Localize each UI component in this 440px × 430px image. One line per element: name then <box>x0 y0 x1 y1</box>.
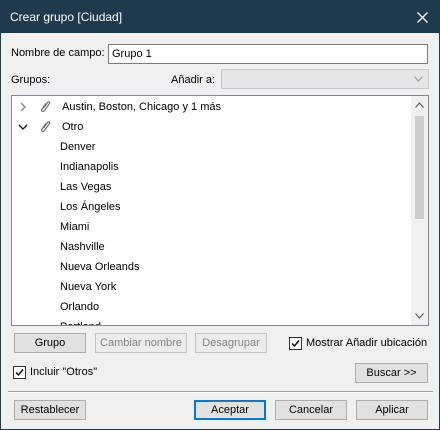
close-icon <box>416 11 428 23</box>
tree-scrollbar[interactable] <box>411 96 428 325</box>
separator <box>8 391 433 393</box>
tree-item-label: Nueva Orleands <box>60 261 140 273</box>
tree-item-label: Orlando <box>60 301 100 313</box>
rename-button[interactable]: Cambiar nombre <box>95 333 187 353</box>
paperclip-icon <box>40 101 51 112</box>
tree-item[interactable]: Austin, Boston, Chicago y 1 más <box>12 98 407 118</box>
ok-button[interactable]: Aceptar <box>194 400 266 420</box>
groups-tree[interactable]: Austin, Boston, Chicago y 1 más Otro Denve… <box>11 95 429 326</box>
apply-button[interactable]: Aplicar <box>356 400 428 420</box>
tree-item-label: Nashville <box>60 241 105 253</box>
tree-item-label: Nueva York <box>60 281 117 293</box>
tree-item-label: Las Vegas <box>60 181 112 193</box>
chevron-down-icon[interactable] <box>17 121 29 133</box>
tree-item[interactable]: Las Vegas <box>12 178 407 198</box>
chevron-right-icon[interactable] <box>17 101 29 113</box>
cancel-button[interactable]: Cancelar <box>275 400 347 420</box>
tree-item[interactable]: Indianapolis <box>12 158 407 178</box>
add-to-label: Añadir a: <box>171 74 216 86</box>
tree-item-label: Portland <box>60 321 101 325</box>
chevron-down-icon <box>414 76 423 82</box>
reset-button[interactable]: Restablecer <box>14 400 86 420</box>
add-to-dropdown[interactable] <box>221 69 429 89</box>
tree-item[interactable]: Otro <box>12 118 407 138</box>
tree-item-label: Miami <box>60 221 90 233</box>
tree-item[interactable]: Nashville <box>12 238 407 258</box>
title-bar: Crear grupo [Ciudad] <box>1 1 439 33</box>
tree-item[interactable]: Orlando <box>12 298 407 318</box>
scroll-down-icon[interactable] <box>415 313 424 319</box>
create-group-dialog: Crear grupo [Ciudad] Nombre de campo: Gr… <box>0 0 440 430</box>
scroll-thumb[interactable] <box>415 116 424 219</box>
tree-item-label: Otro <box>62 121 84 133</box>
include-others-label: Incluir "Otros" <box>30 366 98 378</box>
tree-item-label: Los Ángeles <box>60 201 121 213</box>
tree-item-label: Indianapolis <box>60 161 119 173</box>
tree-item[interactable]: Nueva York <box>12 278 407 298</box>
field-name-input[interactable] <box>109 45 427 63</box>
field-name-input-box <box>108 44 428 64</box>
tree-item[interactable]: Nueva Orleands <box>12 258 407 278</box>
tree-item[interactable]: Denver <box>12 138 407 158</box>
checkmark-icon <box>15 369 24 377</box>
close-button[interactable] <box>405 1 439 33</box>
groups-label: Grupos: <box>11 74 51 86</box>
window-title: Crear grupo [Ciudad] <box>10 10 123 24</box>
ungroup-button[interactable]: Desagrupar <box>195 333 267 353</box>
tree-item-label: Denver <box>60 141 96 153</box>
scroll-up-icon[interactable] <box>415 102 424 108</box>
checkmark-icon <box>291 340 300 348</box>
group-button[interactable]: Grupo <box>14 333 86 353</box>
show-add-location-checkbox[interactable] <box>289 337 302 350</box>
find-button[interactable]: Buscar >> <box>355 363 428 383</box>
tree-item[interactable]: Portland <box>12 318 407 325</box>
tree-item[interactable]: Miami <box>12 218 407 238</box>
paperclip-icon <box>40 121 51 132</box>
field-name-label: Nombre de campo: <box>11 47 105 59</box>
include-others-checkbox[interactable] <box>13 366 26 379</box>
show-add-location-label: Mostrar Añadir ubicación <box>306 337 428 349</box>
tree-item-label: Austin, Boston, Chicago y 1 más <box>62 101 221 113</box>
tree-item[interactable]: Los Ángeles <box>12 198 407 218</box>
